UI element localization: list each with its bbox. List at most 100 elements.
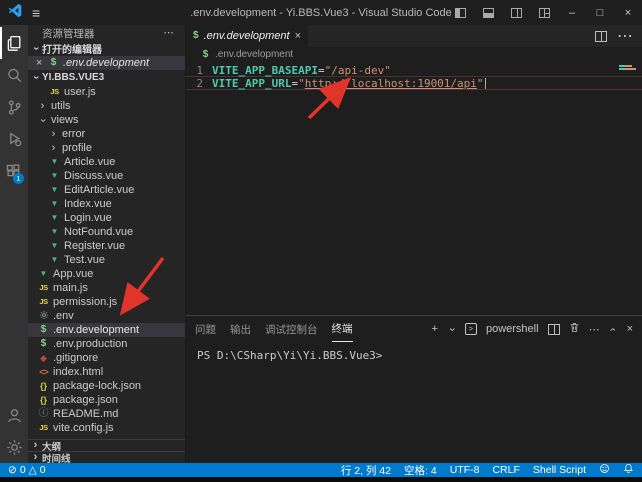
chevron-down-icon[interactable]: › [446, 325, 457, 334]
tree-item-env-development[interactable]: $.env.development [28, 323, 185, 337]
toggle-secondary-sidebar-icon[interactable] [502, 0, 530, 25]
chevron-right-icon: › [31, 440, 40, 451]
toggle-sidebar-icon[interactable] [446, 0, 474, 25]
breadcrumb-file: .env.development [215, 49, 293, 60]
vue-icon: ▼ [49, 158, 60, 166]
tree-item-login-vue[interactable]: ▼Login.vue [28, 211, 185, 225]
search-icon[interactable] [0, 59, 28, 91]
open-editors-section[interactable]: › 打开的编辑器 [28, 41, 185, 56]
new-terminal-icon[interactable]: + [432, 323, 438, 335]
close-tab-icon[interactable]: × [295, 30, 301, 42]
menu-icon[interactable]: ≡ [32, 6, 40, 20]
eol-sequence[interactable]: CRLF [492, 464, 519, 476]
toggle-panel-icon[interactable] [474, 0, 502, 25]
tab-debug-console[interactable]: 调试控制台 [265, 316, 318, 342]
tree-item-error[interactable]: ›error [28, 127, 185, 141]
run-debug-icon[interactable] [0, 123, 28, 155]
open-editor-item[interactable]: × $ .env.development [28, 56, 185, 70]
minimize-button[interactable]: – [558, 0, 586, 25]
problems-status[interactable]: ⊘ 0 △ 0 [8, 464, 46, 476]
maximize-button[interactable]: □ [586, 0, 614, 25]
shell-label[interactable]: powershell [486, 323, 539, 335]
powershell-icon: > [465, 323, 477, 335]
tree-item-editarticle-vue[interactable]: ▼EditArticle.vue [28, 183, 185, 197]
tree-item-profile[interactable]: ›profile [28, 141, 185, 155]
cursor-position[interactable]: 行 2, 列 42 [341, 463, 391, 478]
tab-terminal[interactable]: 终端 [332, 316, 353, 342]
shellscript-icon: $ [48, 58, 59, 68]
maximize-panel-icon[interactable]: › [608, 325, 619, 334]
tree-item-env[interactable]: .env [28, 309, 185, 323]
tree-item-package-lock-json[interactable]: {}package-lock.json [28, 379, 185, 393]
tree-item-index-html[interactable]: <>index.html [28, 365, 185, 379]
more-actions-icon[interactable]: ⋯ [164, 27, 176, 39]
shellscript-icon: $ [38, 339, 49, 349]
tree-item-test-vue[interactable]: ▼Test.vue [28, 253, 185, 267]
outline-section[interactable]: › 大纲 [28, 439, 185, 451]
terminal[interactable]: PS D:\CSharp\Yi\Yi.BBS.Vue3> [186, 342, 642, 463]
close-panel-icon[interactable]: × [627, 323, 633, 335]
split-editor-icon[interactable] [595, 31, 607, 42]
tree-item-app-vue[interactable]: ▼App.vue [28, 267, 185, 281]
terminal-prompt: PS D:\CSharp\Yi\Yi.BBS.Vue3> [197, 349, 382, 362]
close-button[interactable]: × [614, 0, 642, 25]
tree-item-env-production[interactable]: $.env.production [28, 337, 185, 351]
js-icon: JS [49, 88, 60, 96]
tab-problems[interactable]: 问题 [195, 316, 216, 342]
timeline-section[interactable]: › 时间线 [28, 451, 185, 463]
js-icon: JS [38, 298, 49, 306]
explorer-icon[interactable] [0, 27, 28, 59]
more-actions-icon[interactable]: ⋯ [617, 26, 633, 46]
json-icon: {} [38, 382, 49, 391]
chevron-right-icon: › [49, 143, 58, 154]
tree-item-views[interactable]: ›views [28, 113, 185, 127]
tree-item-package-json[interactable]: {}package.json [28, 393, 185, 407]
feedback-icon[interactable] [599, 463, 610, 477]
title-bar: ≡ .env.development - Yi.BBS.Vue3 - Visua… [0, 0, 642, 25]
customize-layout-icon[interactable] [530, 0, 558, 25]
tree-item-gitignore[interactable]: ◆.gitignore [28, 351, 185, 365]
split-terminal-icon[interactable] [548, 324, 560, 335]
notifications-bell-icon[interactable] [623, 463, 634, 477]
tree-item-discuss-vue[interactable]: ▼Discuss.vue [28, 169, 185, 183]
vue-icon: ▼ [49, 172, 60, 180]
close-editor-icon[interactable]: × [34, 57, 44, 69]
source-control-icon[interactable] [0, 91, 28, 123]
vue-icon: ▼ [49, 186, 60, 194]
extensions-icon[interactable]: 1 [0, 155, 28, 187]
tree-item-utils[interactable]: ›utils [28, 99, 185, 113]
tree-item-article-vue[interactable]: ▼Article.vue [28, 155, 185, 169]
minimap[interactable] [619, 65, 639, 71]
tree-item-permission-js[interactable]: JSpermission.js [28, 295, 185, 309]
chevron-right-icon: › [49, 129, 58, 140]
project-section[interactable]: › YI.BBS.VUE3 [28, 70, 185, 85]
js-icon: JS [38, 424, 49, 432]
tab-bar: $ .env.development × ⋯ [186, 25, 642, 47]
url-link[interactable]: http://localhost:19001/api [305, 77, 477, 90]
tree-item-register-vue[interactable]: ▼Register.vue [28, 239, 185, 253]
tree-item-vite-config-js[interactable]: JSvite.config.js [28, 421, 185, 435]
code-editor[interactable]: 1VITE_APP_BASEAPI="/api-dev" 2VITE_APP_U… [186, 62, 642, 315]
kill-terminal-trash-icon[interactable] [569, 322, 580, 336]
breadcrumb[interactable]: $ .env.development [186, 47, 642, 62]
more-actions-icon[interactable]: ⋯ [589, 323, 600, 336]
tree-item-readme-md[interactable]: ⓘREADME.md [28, 407, 185, 421]
file-tree: JSuser.js ›utils ›views ›error ›profile … [28, 85, 185, 439]
tab-output[interactable]: 输出 [230, 316, 251, 342]
bottom-panel: 问题 输出 调试控制台 终端 + › > powershell ⋯ › × [186, 315, 642, 463]
project-label: YI.BBS.VUE3 [42, 72, 104, 83]
tree-item-index-vue[interactable]: ▼Index.vue [28, 197, 185, 211]
tree-item-user-js[interactable]: JSuser.js [28, 85, 185, 99]
status-bar: ⊘ 0 △ 0 行 2, 列 42 空格: 4 UTF-8 CRLF Shell… [0, 463, 642, 477]
language-mode[interactable]: Shell Script [533, 464, 586, 476]
open-editor-label: .env.development [63, 57, 149, 69]
account-icon[interactable] [0, 399, 28, 431]
indentation[interactable]: 空格: 4 [404, 463, 437, 478]
tree-item-main-js[interactable]: JSmain.js [28, 281, 185, 295]
encoding[interactable]: UTF-8 [450, 464, 480, 476]
tab-env-development[interactable]: $ .env.development × [186, 25, 308, 47]
vue-icon: ▼ [49, 256, 60, 264]
tree-item-notfound-vue[interactable]: ▼NotFound.vue [28, 225, 185, 239]
settings-gear-icon[interactable] [0, 431, 28, 463]
editor-area: $ .env.development × ⋯ $ .env.developmen… [185, 25, 642, 463]
